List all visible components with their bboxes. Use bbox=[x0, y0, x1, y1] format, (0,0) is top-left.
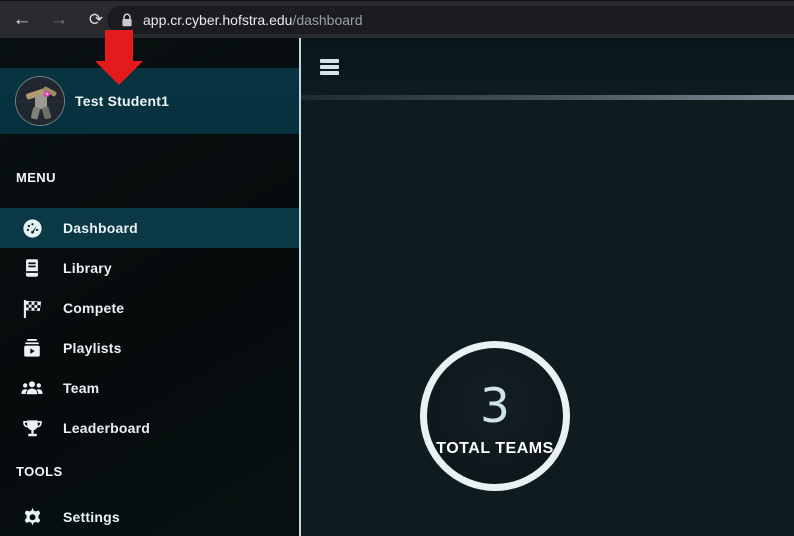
hamburger-icon[interactable] bbox=[320, 59, 339, 75]
url-host: app.cr.cyber.hofstra.edu bbox=[143, 12, 292, 28]
sidebar-edge-divider bbox=[299, 38, 301, 536]
dashboard-canvas: 3 TOTAL TEAMS bbox=[301, 100, 794, 536]
main-header bbox=[301, 38, 794, 95]
people-group-icon bbox=[20, 376, 44, 400]
total-teams-label: TOTAL TEAMS bbox=[436, 440, 554, 458]
screenshot-root: ← → ⟳ app.cr.cyber.hofstra.edu/dashboard bbox=[0, 0, 794, 536]
sidebar-item-playlists[interactable]: Playlists bbox=[0, 328, 300, 368]
sidebar: Test Student1 MENU Dashboard bbox=[0, 38, 300, 536]
robot-mech-avatar-art bbox=[16, 77, 65, 126]
sidebar-item-settings[interactable]: Settings bbox=[0, 497, 300, 536]
sidebar-item-compete[interactable]: Compete bbox=[0, 288, 300, 328]
sidebar-item-dashboard[interactable]: Dashboard bbox=[0, 208, 300, 248]
browser-back-icon[interactable]: ← bbox=[7, 1, 37, 39]
trophy-icon bbox=[20, 416, 44, 440]
user-name: Test Student1 bbox=[75, 93, 169, 109]
sidebar-item-label: Compete bbox=[63, 300, 124, 316]
sidebar-item-label: Dashboard bbox=[63, 220, 138, 236]
checkered-flag-icon bbox=[20, 296, 44, 320]
user-profile[interactable]: Test Student1 bbox=[0, 68, 300, 134]
section-header-tools: TOOLS bbox=[0, 462, 300, 482]
sidebar-item-label: Library bbox=[63, 260, 112, 276]
section-header-menu: MENU bbox=[0, 168, 300, 188]
main-content: 3 TOTAL TEAMS bbox=[301, 38, 794, 536]
sidebar-item-label: Team bbox=[63, 380, 99, 396]
sidebar-item-label: Leaderboard bbox=[63, 420, 150, 436]
url-path: /dashboard bbox=[292, 12, 362, 28]
gear-icon bbox=[20, 505, 44, 529]
sidebar-item-leaderboard[interactable]: Leaderboard bbox=[0, 408, 300, 448]
playlist-video-icon bbox=[20, 336, 44, 360]
book-icon bbox=[20, 256, 44, 280]
padlock-icon bbox=[121, 13, 133, 27]
sidebar-item-library[interactable]: Library bbox=[0, 248, 300, 288]
sidebar-item-team[interactable]: Team bbox=[0, 368, 300, 408]
sidebar-tools-menu: Settings bbox=[0, 497, 300, 536]
total-teams-value: 3 bbox=[480, 383, 510, 431]
browser-forward-icon[interactable]: → bbox=[44, 1, 74, 39]
address-bar[interactable]: app.cr.cyber.hofstra.edu/dashboard bbox=[107, 6, 794, 34]
sidebar-item-label: Playlists bbox=[63, 340, 122, 356]
sidebar-item-label: Settings bbox=[63, 509, 120, 525]
avatar bbox=[15, 76, 65, 126]
total-teams-widget[interactable]: 3 TOTAL TEAMS bbox=[420, 341, 570, 491]
url-text: app.cr.cyber.hofstra.edu/dashboard bbox=[143, 12, 363, 28]
sidebar-menu: Dashboard Library bbox=[0, 208, 300, 448]
gauge-icon bbox=[20, 216, 44, 240]
red-arrow-annotation bbox=[95, 30, 143, 85]
